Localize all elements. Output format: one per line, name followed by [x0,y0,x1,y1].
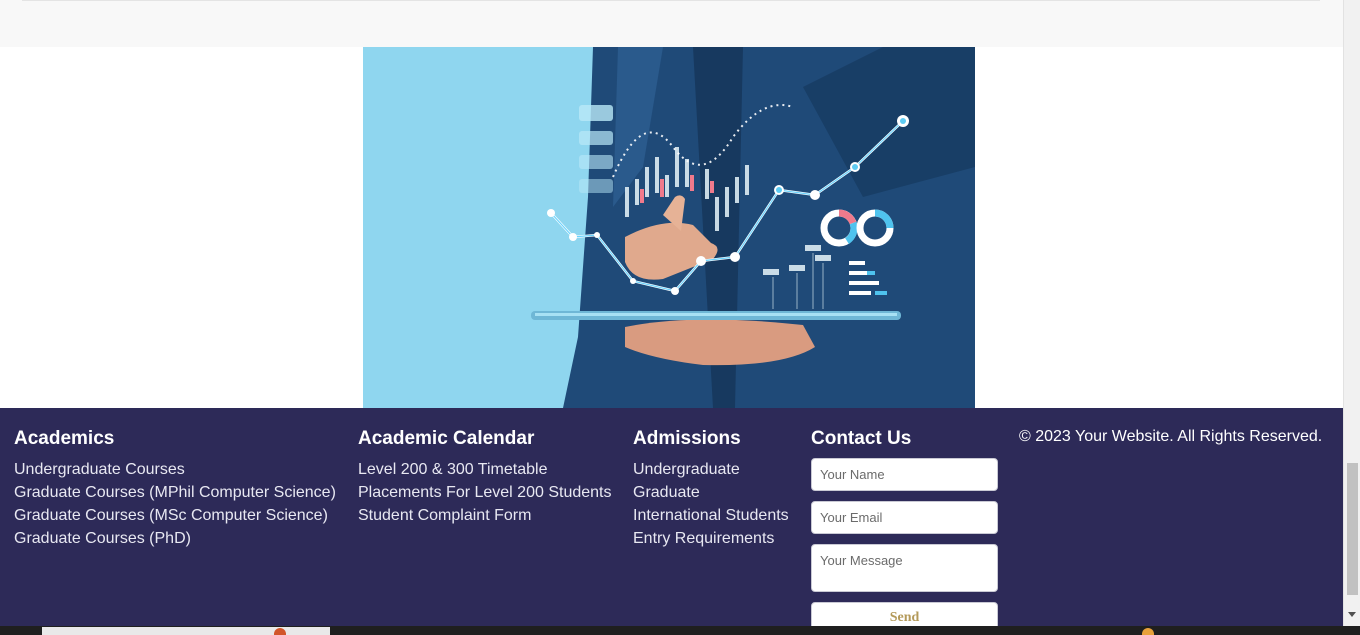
link-phd-courses[interactable]: Graduate Courses (PhD) [14,530,191,547]
link-admissions-graduate[interactable]: Graduate [633,484,700,501]
scrollbar-thumb[interactable] [1347,463,1358,595]
page-viewport: Academics Undergraduate Courses Graduate… [0,0,1343,626]
link-international-students[interactable]: International Students [633,507,789,524]
link-undergraduate-courses[interactable]: Undergraduate Courses [14,461,185,478]
link-placements[interactable]: Placements For Level 200 Students [358,484,611,501]
footer-academic-calendar: Academic Calendar Level 200 & 300 Timeta… [358,428,611,527]
site-footer: Academics Undergraduate Courses Graduate… [0,408,1343,626]
business-analytics-illustration [363,47,975,408]
footer-calendar-title: Academic Calendar [358,428,535,449]
contact-form: Send [811,458,998,626]
os-taskbar [0,626,1360,635]
link-complaint-form[interactable]: Student Complaint Form [358,507,531,524]
scroll-down-arrow-icon[interactable] [1348,612,1356,617]
previous-section-band [0,0,1343,47]
name-input[interactable] [811,458,998,491]
link-msc-computer-science[interactable]: Graduate Courses (MSc Computer Science) [14,507,328,524]
footer-academics: Academics Undergraduate Courses Graduate… [14,428,336,550]
link-entry-requirements[interactable]: Entry Requirements [633,530,774,547]
footer-admissions-title: Admissions [633,428,741,449]
taskbar-tray-icon[interactable] [1142,628,1154,635]
footer-contact: Contact Us Send [811,428,998,626]
send-button[interactable]: Send [811,602,998,626]
hero-image [363,47,975,408]
link-admissions-undergraduate[interactable]: Undergraduate [633,461,740,478]
taskbar-window-preview[interactable] [42,627,330,635]
link-mphil-computer-science[interactable]: Graduate Courses (MPhil Computer Science… [14,484,336,501]
message-textarea[interactable] [811,544,998,592]
footer-academics-title: Academics [14,428,115,449]
copyright-text: © 2023 Your Website. All Rights Reserved… [1019,428,1323,445]
email-input[interactable] [811,501,998,534]
section-divider [22,0,1320,1]
link-timetable[interactable]: Level 200 & 300 Timetable [358,461,547,478]
taskbar-app-icon[interactable] [274,628,286,635]
vertical-scrollbar[interactable] [1343,0,1360,626]
footer-contact-title: Contact Us [811,428,912,449]
footer-admissions: Admissions Undergraduate Graduate Intern… [633,428,789,550]
